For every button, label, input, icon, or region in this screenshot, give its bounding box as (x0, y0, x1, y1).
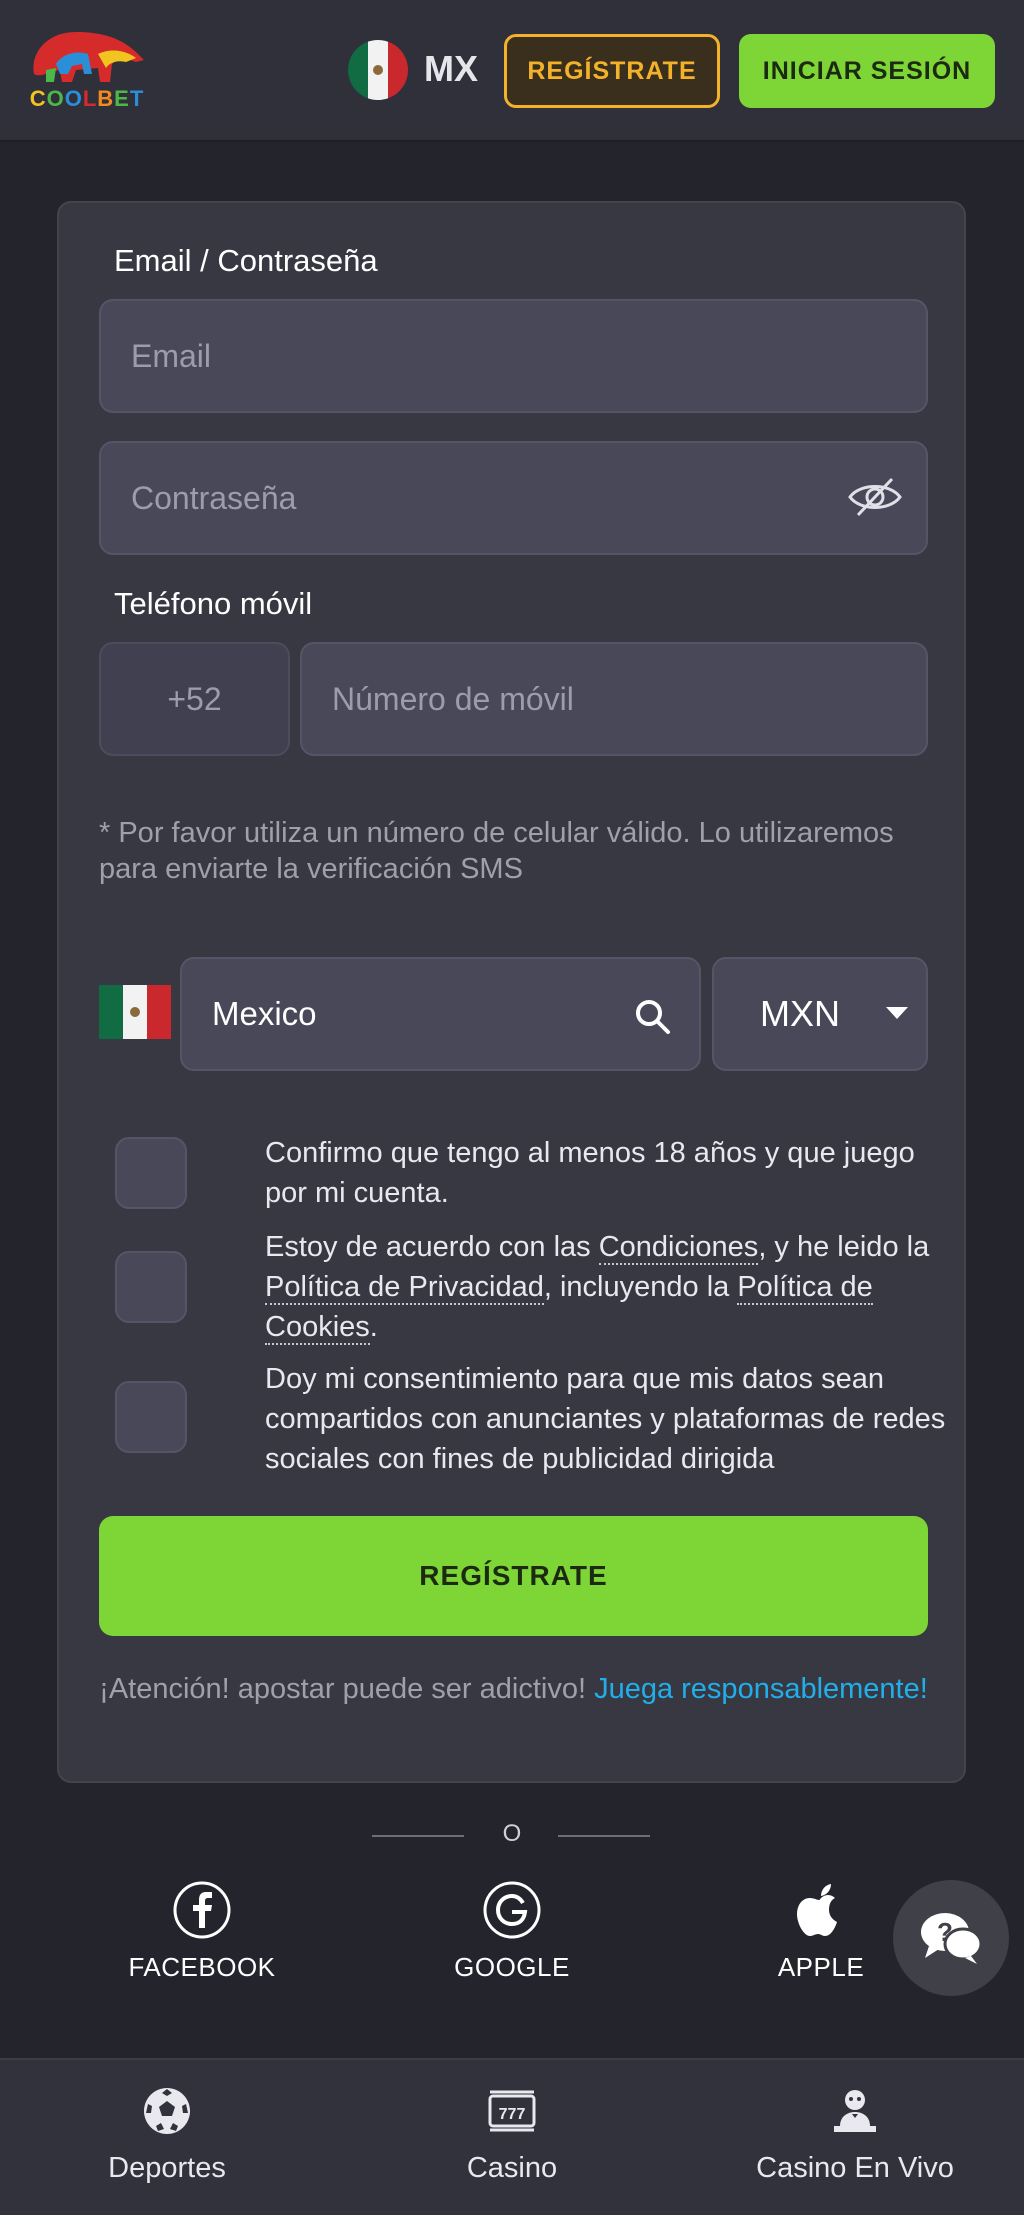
email-password-label: Email / Contraseña (114, 243, 378, 278)
logo-anteater-icon (33, 32, 144, 82)
registration-card: Email / Contraseña Teléfono móvil +52 * … (57, 201, 966, 1783)
phone-hint: * Por favor utiliza un número de celular… (99, 817, 894, 885)
nav-label-sports: Deportes (108, 2152, 226, 2184)
slot-machine-icon: 777 (488, 2090, 536, 2132)
google-label: GOOGLE (454, 1952, 570, 1982)
conditions-link[interactable]: Condiciones (598, 1231, 759, 1265)
phone-field[interactable] (300, 642, 928, 756)
password-field[interactable] (99, 441, 928, 555)
google-icon (483, 1881, 541, 1939)
phone-input[interactable] (332, 680, 926, 718)
divider-line-left (372, 1835, 464, 1837)
nav-item-sports[interactable]: Deportes (42, 2086, 292, 2185)
currency-select[interactable]: MXN (712, 957, 928, 1071)
facebook-login-button[interactable]: FACEBOOK (92, 1880, 312, 1983)
divider-or: O (502, 1820, 522, 1847)
register-submit-button[interactable]: REGÍSTRATE (99, 1516, 928, 1636)
eye-slash-icon[interactable] (846, 475, 904, 519)
terms-checkbox[interactable] (115, 1251, 187, 1323)
country-value: Mexico (212, 995, 317, 1032)
nav-label-casino: Casino (466, 2152, 558, 2184)
nav-label-live-casino: Casino En Vivo (756, 2152, 954, 2184)
terms-text-part: , incluyendo la (543, 1271, 738, 1303)
consent-row: Doy mi consentimiento para que mis datos… (115, 1359, 945, 1479)
support-chat-button[interactable]: ? (893, 1880, 1009, 1996)
terms-row: Estoy de acuerdo con las Condiciones, y … (115, 1227, 935, 1347)
age-confirm-row: Confirmo que tengo al menos 18 años y qu… (115, 1133, 935, 1213)
terms-text-part: Estoy de acuerdo con las (265, 1231, 599, 1263)
phone-label: Teléfono móvil (114, 586, 313, 621)
login-button[interactable]: INICIAR SESIÓN (739, 34, 995, 108)
email-input[interactable] (131, 337, 926, 375)
chevron-down-icon (886, 1007, 908, 1019)
age-confirm-text: Confirmo que tengo al menos 18 años y qu… (265, 1137, 915, 1209)
warning-text: ¡Atención! apostar puede ser adictivo! (99, 1673, 595, 1705)
currency-value: MXN (760, 993, 840, 1034)
consent-text: Doy mi consentimiento para que mis datos… (265, 1363, 946, 1475)
country-select[interactable]: Mexico (180, 957, 701, 1071)
mexico-flag-icon[interactable] (348, 40, 408, 100)
apple-icon (797, 1884, 837, 1936)
chat-help-icon: ? (921, 1913, 983, 1964)
nav-item-live-casino[interactable]: Casino En Vivo (730, 2086, 980, 2185)
phone-prefix[interactable]: +52 (99, 642, 290, 756)
top-header: COOLBET MX REGÍSTRATE INICIAR SESIÓN (0, 0, 1024, 142)
google-login-button[interactable]: GOOGLE (402, 1880, 622, 1983)
password-input[interactable] (131, 479, 926, 517)
gambling-warning: ¡Atención! apostar puede ser adictivo! J… (99, 1671, 928, 1707)
divider-line-right (558, 1835, 650, 1837)
terms-text-part: . (369, 1311, 378, 1343)
coolbet-logo[interactable]: COOLBET (26, 24, 148, 114)
country-code[interactable]: MX (424, 48, 478, 90)
email-field[interactable] (99, 299, 928, 413)
terms-text: Estoy de acuerdo con las Condiciones, y … (265, 1227, 955, 1347)
terms-text-part: , y he leido la (758, 1231, 930, 1263)
consent-checkbox[interactable] (115, 1381, 187, 1453)
bottom-navigation: Deportes 777 Casino Casino En Vivo (0, 2058, 1024, 2215)
privacy-policy-link[interactable]: Política de Privacidad (265, 1271, 544, 1305)
dealer-icon (834, 2090, 876, 2132)
search-icon[interactable] (633, 997, 671, 1035)
svg-text:777: 777 (499, 2106, 526, 2123)
logo-text: COOLBET (29, 86, 145, 111)
facebook-icon (173, 1881, 231, 1939)
age-checkbox[interactable] (115, 1137, 187, 1209)
soccer-ball-icon (144, 2088, 190, 2134)
facebook-label: FACEBOOK (128, 1952, 276, 1982)
svg-text:?: ? (937, 1917, 953, 1947)
mexico-flag-icon (99, 985, 171, 1039)
register-button-header[interactable]: REGÍSTRATE (504, 34, 720, 108)
responsible-gaming-link[interactable]: Juega responsablemente! (594, 1673, 928, 1705)
nav-item-casino[interactable]: 777 Casino (387, 2086, 637, 2185)
